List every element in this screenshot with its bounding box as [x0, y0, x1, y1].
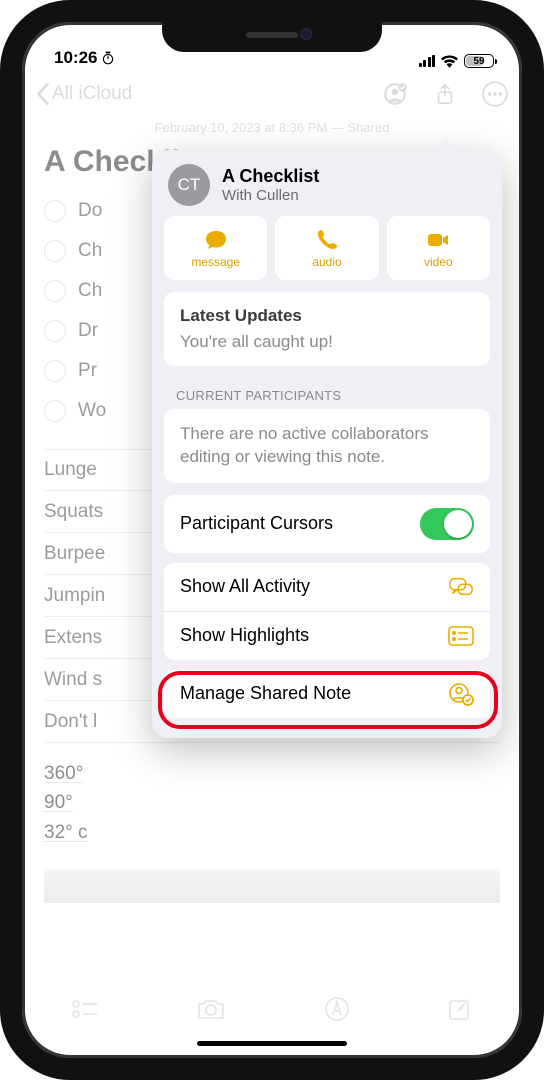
checkbox-icon[interactable] [44, 240, 66, 262]
popover-title: A Checklist [222, 166, 319, 187]
collaborate-icon[interactable] [382, 81, 408, 107]
list-card-icon [448, 625, 474, 647]
image-attachment[interactable] [44, 869, 500, 903]
person-check-icon [448, 683, 474, 705]
markup-toolbar-icon[interactable] [324, 996, 350, 1022]
checklist-toolbar-icon[interactable] [71, 998, 99, 1020]
row-label: Show Highlights [180, 625, 309, 646]
nav-bar: All iCloud [22, 70, 522, 118]
updates-body: You're all caught up! [180, 332, 474, 352]
popover-subtitle: With Cullen [222, 187, 319, 204]
more-icon[interactable] [482, 81, 508, 107]
back-button[interactable]: All iCloud [36, 83, 132, 105]
home-indicator[interactable] [197, 1041, 347, 1046]
toggle-on-icon[interactable] [420, 508, 474, 540]
manage-shared-note-row[interactable]: Manage Shared Note [164, 670, 490, 718]
row-label: Participant Cursors [180, 513, 333, 534]
note-meta: February 10, 2023 at 8:36 PM — Shared [44, 120, 500, 135]
participants-label: CURRENT PARTICIPANTS [152, 378, 502, 409]
row-label: Show All Activity [180, 576, 310, 597]
show-all-activity-row[interactable]: Show All Activity [164, 563, 490, 611]
back-label: All iCloud [52, 83, 132, 105]
checkbox-icon[interactable] [44, 360, 66, 382]
share-icon[interactable] [432, 81, 458, 107]
show-highlights-row[interactable]: Show Highlights [164, 611, 490, 660]
numbers-block: 360° 90° 32° c [44, 759, 500, 847]
compose-toolbar-icon[interactable] [447, 996, 473, 1022]
camera-toolbar-icon[interactable] [196, 997, 226, 1021]
bottom-toolbar [22, 978, 522, 1058]
checkbox-icon[interactable] [44, 320, 66, 342]
video-button[interactable]: video [387, 216, 490, 280]
video-icon [426, 228, 450, 252]
row-label: Manage Shared Note [180, 683, 351, 704]
collaboration-popover: CT A Checklist With Cullen message audio… [152, 150, 502, 738]
checkbox-icon[interactable] [44, 280, 66, 302]
message-button[interactable]: message [164, 216, 267, 280]
audio-button[interactable]: audio [275, 216, 378, 280]
checkbox-icon[interactable] [44, 400, 66, 422]
message-icon [204, 228, 228, 252]
participant-cursors-row[interactable]: Participant Cursors [164, 495, 490, 553]
updates-header: Latest Updates [180, 306, 474, 326]
phone-icon [315, 228, 339, 252]
participants-body: There are no active collaborators editin… [180, 423, 474, 469]
checkbox-icon[interactable] [44, 200, 66, 222]
avatar: CT [168, 164, 210, 206]
chat-bubbles-icon [448, 576, 474, 598]
